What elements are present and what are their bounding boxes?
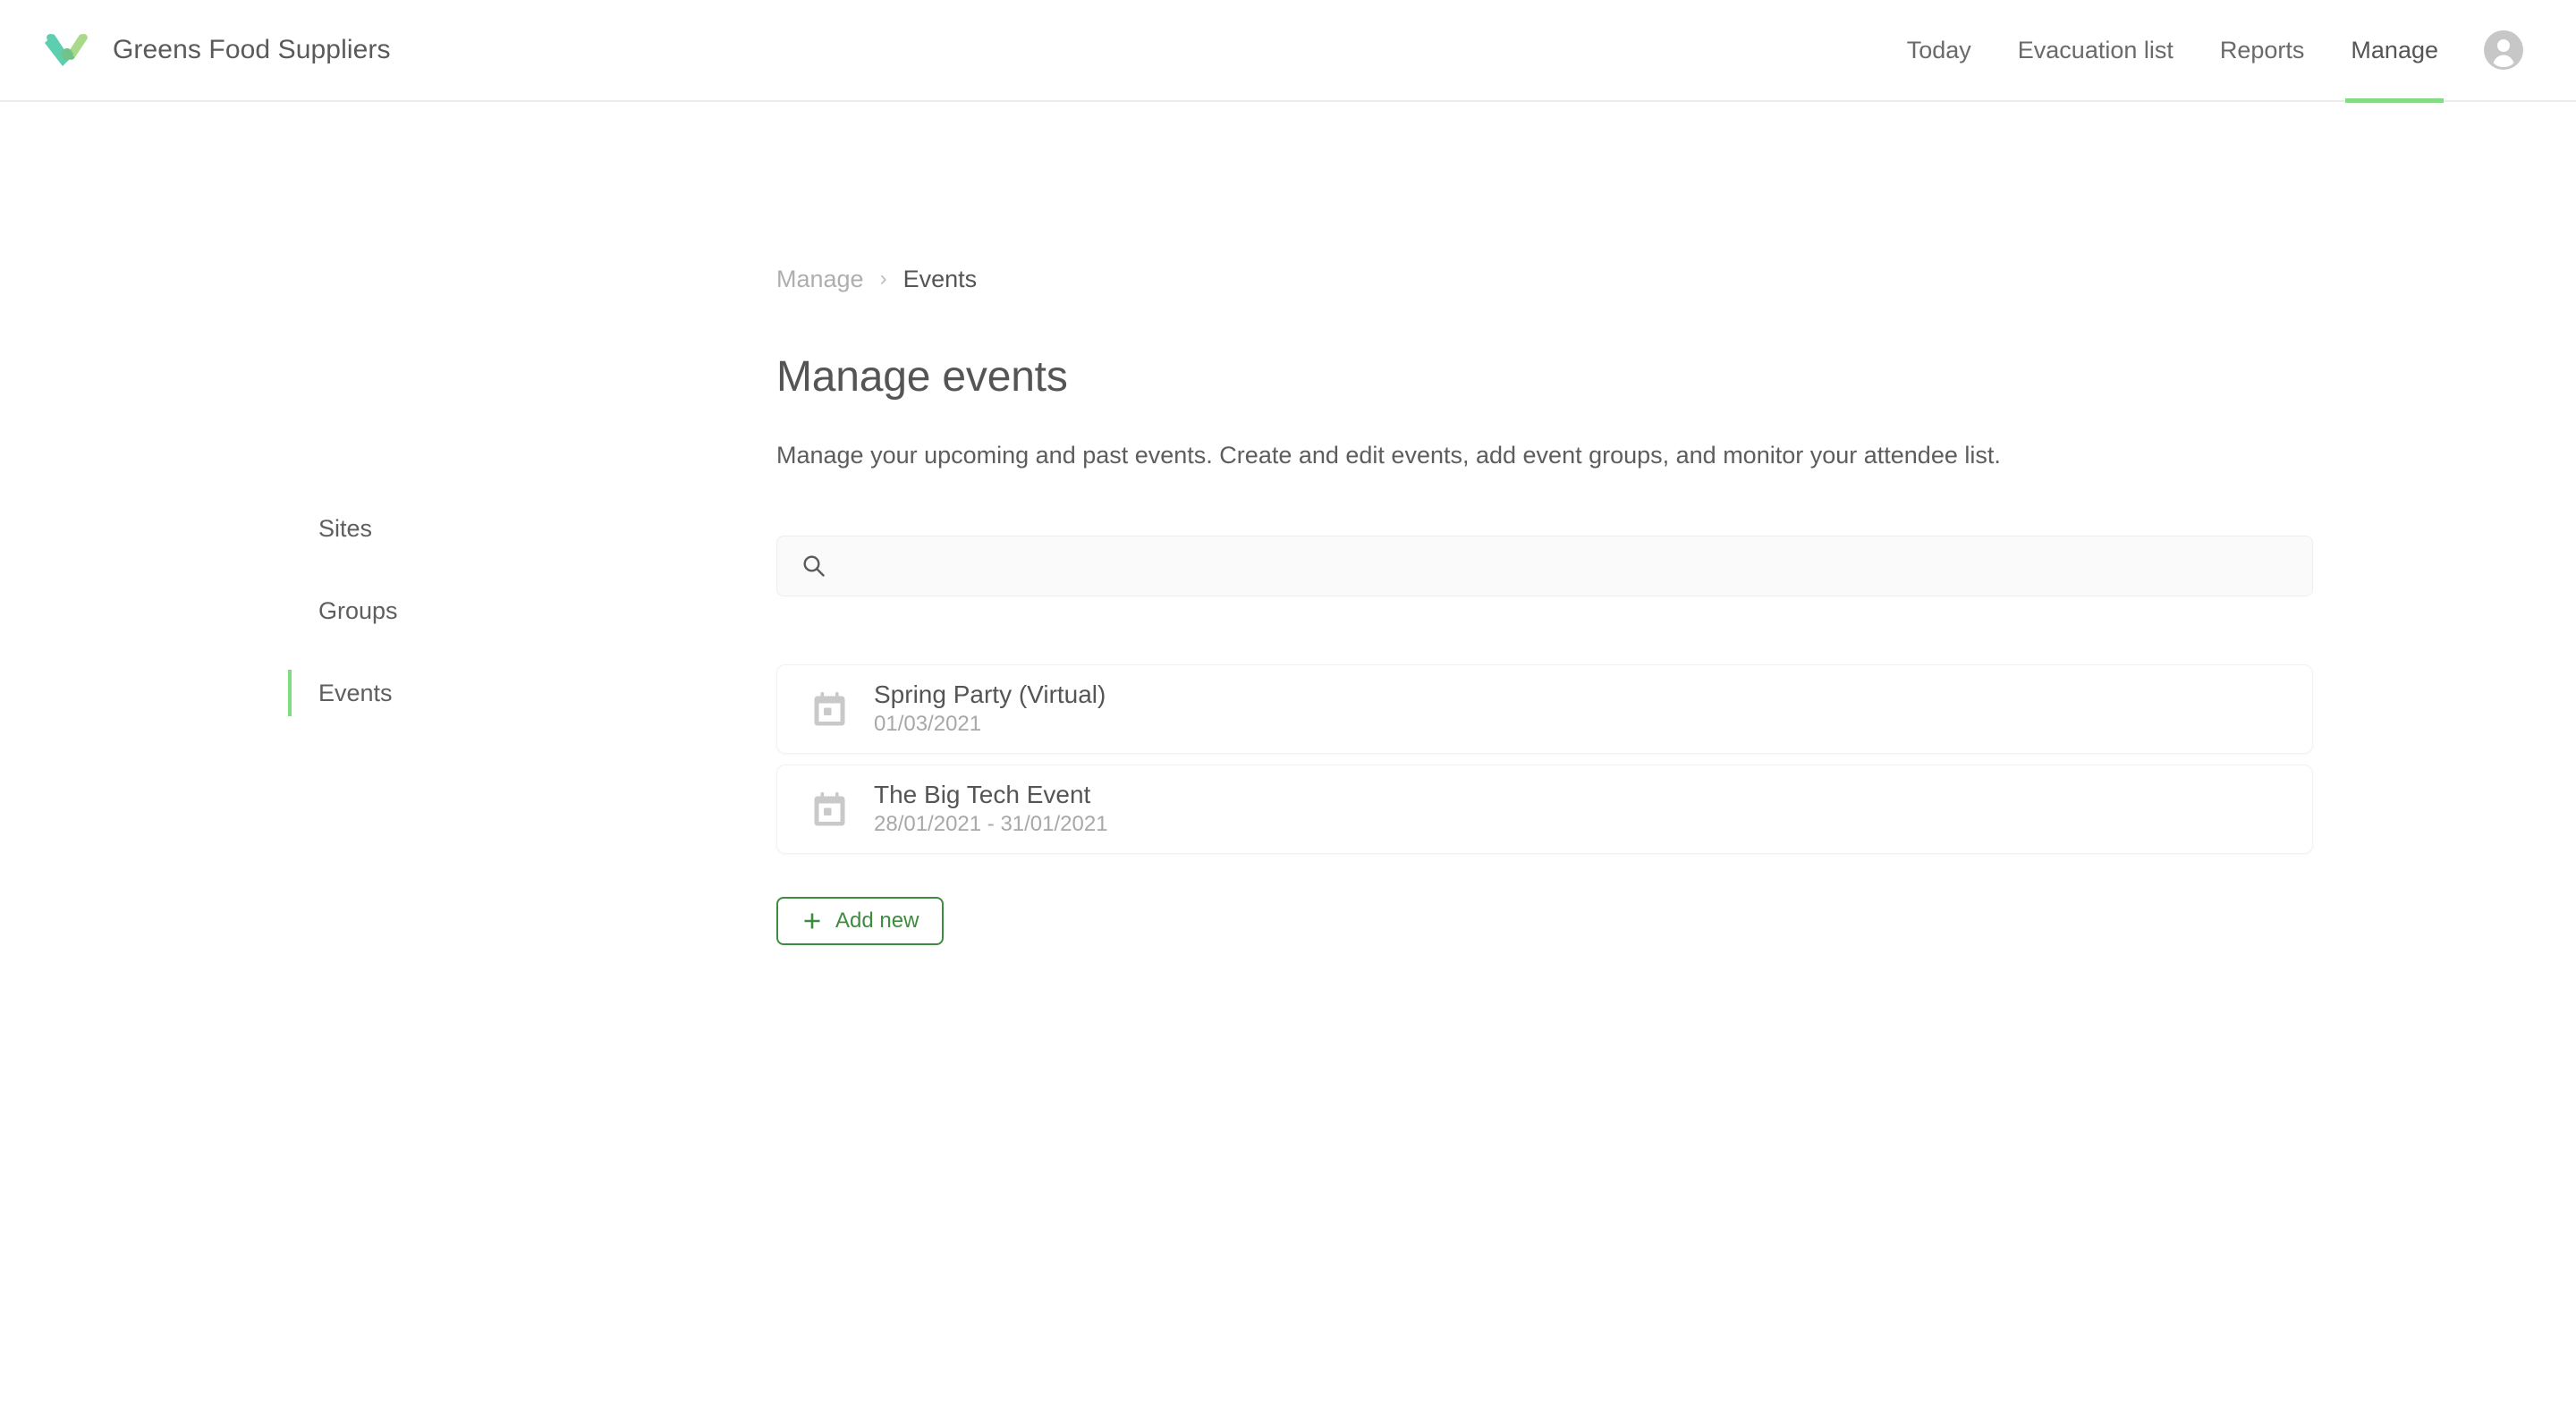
chevron-right-icon: › [879, 266, 887, 291]
event-date: 28/01/2021 - 31/01/2021 [874, 811, 1108, 836]
sidebar-item-label: Groups [318, 596, 398, 624]
sidebar-item-sites[interactable]: Sites [288, 487, 776, 570]
nav-item-today[interactable]: Today [1884, 0, 1995, 101]
search-icon [801, 553, 827, 579]
breadcrumb-current: Events [902, 265, 978, 292]
checkmark-logo-icon [43, 29, 91, 72]
brand-name: Greens Food Suppliers [113, 35, 391, 64]
nav-item-manage[interactable]: Manage [2327, 0, 2462, 103]
plus-icon [801, 910, 823, 932]
nav-item-reports[interactable]: Reports [2197, 0, 2328, 101]
section-sidebar: Sites Groups Events [0, 259, 776, 945]
event-name: The Big Tech Event [874, 781, 1091, 809]
sidebar-item-events[interactable]: Events [288, 652, 776, 734]
nav-item-evacuation-list[interactable]: Evacuation list [1995, 0, 2197, 101]
search-box[interactable] [776, 535, 2313, 596]
search-input[interactable] [843, 536, 2289, 596]
add-new-button[interactable]: Add new [776, 896, 945, 945]
event-list: Spring Party (Virtual) 01/03/2021 The Bi… [776, 663, 2313, 854]
sidebar-item-label: Sites [318, 514, 373, 542]
app-header: Greens Food Suppliers Today Evacuation l… [0, 0, 2576, 103]
event-text: The Big Tech Event 28/01/2021 - 31/01/20… [874, 781, 1108, 836]
calendar-icon [811, 690, 849, 728]
event-date: 01/03/2021 [874, 711, 982, 736]
event-name: Spring Party (Virtual) [874, 680, 1106, 709]
page-body: Sites Groups Events Manage › Events Mana… [0, 102, 2576, 945]
event-card[interactable]: The Big Tech Event 28/01/2021 - 31/01/20… [776, 764, 2313, 854]
sidebar-item-groups[interactable]: Groups [288, 570, 776, 652]
user-avatar-button[interactable] [2483, 30, 2524, 71]
calendar-icon [811, 790, 849, 828]
sidebar-item-label: Events [318, 679, 393, 706]
user-avatar-icon [2483, 30, 2524, 71]
event-text: Spring Party (Virtual) 01/03/2021 [874, 680, 1106, 736]
add-new-label: Add new [835, 908, 919, 933]
breadcrumb-manage-link[interactable]: Manage [776, 266, 864, 293]
sidebar-nav: Sites Groups Events [288, 487, 776, 734]
breadcrumb: Manage › Events [776, 259, 2397, 299]
page-description: Manage your upcoming and past events. Cr… [776, 441, 2001, 469]
main-navigation: Today Evacuation list Reports Manage [1884, 0, 2533, 103]
brand-logo-link[interactable]: Greens Food Suppliers [43, 29, 391, 72]
main-content: Manage › Events Manage events Manage you… [776, 259, 2576, 945]
event-card[interactable]: Spring Party (Virtual) 01/03/2021 [776, 663, 2313, 754]
page-title: Manage events [776, 353, 1068, 401]
